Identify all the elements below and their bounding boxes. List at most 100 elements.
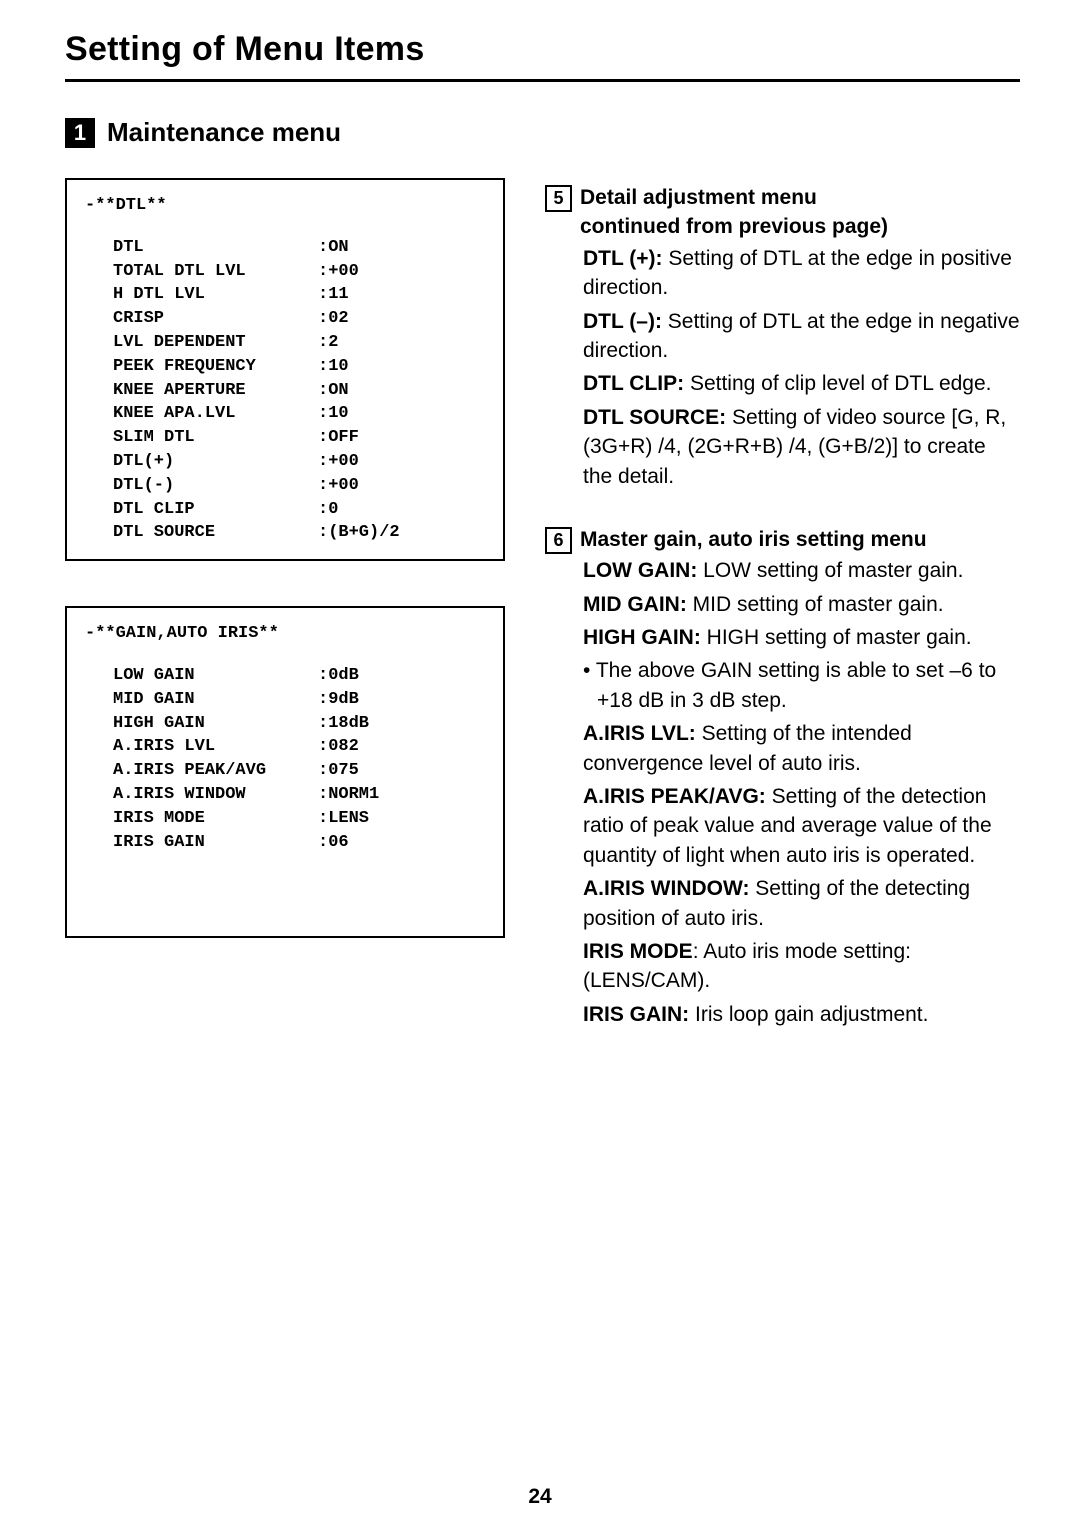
desc-item: LOW GAIN: LOW setting of master gain. bbox=[583, 556, 1020, 585]
desc-block-5: 5 Detail adjustment menu continued from … bbox=[545, 183, 1020, 491]
desc6-bullet: • The above GAIN setting is able to set … bbox=[545, 656, 1020, 715]
menu-key: DTL CLIP bbox=[113, 498, 318, 522]
desc-item-text: HIGH setting of master gain. bbox=[701, 626, 972, 649]
section-number-icon: 1 bbox=[65, 118, 95, 148]
desc-item-label: LOW GAIN: bbox=[583, 559, 697, 582]
menu-row: KNEE APA.LVL:10 bbox=[85, 402, 485, 426]
menu-key: LVL DEPENDENT bbox=[113, 331, 318, 355]
desc-item: DTL CLIP: Setting of clip level of DTL e… bbox=[583, 369, 1020, 398]
desc-item-label: DTL (–): bbox=[583, 310, 662, 333]
desc-item-text: MID setting of master gain. bbox=[687, 593, 944, 616]
desc6-title: Master gain, auto iris setting menu bbox=[580, 525, 927, 554]
desc-item: IRIS GAIN: Iris loop gain adjustment. bbox=[583, 1000, 1020, 1029]
menu-value: :(B+G)/2 bbox=[318, 521, 400, 545]
menu-row: A.IRIS PEAK/AVG:075 bbox=[85, 759, 485, 783]
menu-key: DTL(+) bbox=[113, 450, 318, 474]
desc-item-label: A.IRIS WINDOW: bbox=[583, 877, 749, 900]
desc-item: IRIS MODE: Auto iris mode setting: (LENS… bbox=[583, 937, 1020, 996]
dtl-menu-box: -**DTL** DTL:ONTOTAL DTL LVL:+00H DTL LV… bbox=[65, 178, 505, 561]
desc-item-label: A.IRIS PEAK/AVG: bbox=[583, 785, 766, 808]
desc-item-label: DTL SOURCE: bbox=[583, 406, 726, 429]
page-title: Setting of Menu Items bbox=[65, 30, 1020, 82]
desc-item: MID GAIN: MID setting of master gain. bbox=[583, 590, 1020, 619]
menu-key: DTL bbox=[113, 236, 318, 260]
menu-key: LOW GAIN bbox=[113, 664, 318, 688]
menu-row: DTL CLIP:0 bbox=[85, 498, 485, 522]
menu-row: IRIS MODE:LENS bbox=[85, 807, 485, 831]
menu-key: DTL(-) bbox=[113, 474, 318, 498]
menu-row: MID GAIN:9dB bbox=[85, 688, 485, 712]
menu-row: DTL SOURCE:(B+G)/2 bbox=[85, 521, 485, 545]
menu-key: HIGH GAIN bbox=[113, 712, 318, 736]
menu-value: :0dB bbox=[318, 664, 359, 688]
menu-value: :NORM1 bbox=[318, 783, 379, 807]
desc-block-6: 6 Master gain, auto iris setting menu LO… bbox=[545, 525, 1020, 1029]
menu-value: :02 bbox=[318, 307, 349, 331]
menu-value: :18dB bbox=[318, 712, 369, 736]
desc-item-label: DTL CLIP: bbox=[583, 372, 684, 395]
menu-value: :OFF bbox=[318, 426, 359, 450]
menu-key: H DTL LVL bbox=[113, 283, 318, 307]
menu-row: PEEK FREQUENCY:10 bbox=[85, 355, 485, 379]
menu-value: :LENS bbox=[318, 807, 369, 831]
menu-value: :+00 bbox=[318, 474, 359, 498]
desc5-title-line1: Detail adjustment menu bbox=[580, 186, 817, 209]
menu-row: KNEE APERTURE:ON bbox=[85, 379, 485, 403]
menu-row: LVL DEPENDENT:2 bbox=[85, 331, 485, 355]
desc-item-text: Setting of clip level of DTL edge. bbox=[684, 372, 991, 395]
manual-page: Setting of Menu Items 1 Maintenance menu… bbox=[0, 0, 1080, 1529]
menu-key: TOTAL DTL LVL bbox=[113, 260, 318, 284]
menu-key: KNEE APA.LVL bbox=[113, 402, 318, 426]
menu-key: A.IRIS LVL bbox=[113, 735, 318, 759]
menu-value: :10 bbox=[318, 402, 349, 426]
desc5-heading: 5 Detail adjustment menu continued from … bbox=[545, 183, 1020, 242]
menu-row: DTL:ON bbox=[85, 236, 485, 260]
boxed-number-icon: 5 bbox=[545, 185, 572, 212]
menu-row: HIGH GAIN:18dB bbox=[85, 712, 485, 736]
menu-key: IRIS GAIN bbox=[113, 831, 318, 855]
menu-value: :10 bbox=[318, 355, 349, 379]
desc-item-label: IRIS MODE bbox=[583, 940, 693, 963]
menu-key: SLIM DTL bbox=[113, 426, 318, 450]
menu-value: :2 bbox=[318, 331, 338, 355]
menu-value: :0 bbox=[318, 498, 338, 522]
desc-item: DTL (–): Setting of DTL at the edge in n… bbox=[583, 307, 1020, 366]
content-columns: -**DTL** DTL:ONTOTAL DTL LVL:+00H DTL LV… bbox=[65, 178, 1020, 1063]
menu-row: IRIS GAIN:06 bbox=[85, 831, 485, 855]
menu-key: CRISP bbox=[113, 307, 318, 331]
gain-menu-header: -**GAIN,AUTO IRIS** bbox=[85, 622, 485, 646]
menu-key: IRIS MODE bbox=[113, 807, 318, 831]
menu-key: PEEK FREQUENCY bbox=[113, 355, 318, 379]
menu-key: MID GAIN bbox=[113, 688, 318, 712]
desc-item: A.IRIS LVL: Setting of the intended conv… bbox=[583, 719, 1020, 778]
desc-item-text: LOW setting of master gain. bbox=[697, 559, 963, 582]
desc-item: DTL (+): Setting of DTL at the edge in p… bbox=[583, 244, 1020, 303]
menu-value: :082 bbox=[318, 735, 359, 759]
menu-row: DTL(-):+00 bbox=[85, 474, 485, 498]
menu-row: DTL(+):+00 bbox=[85, 450, 485, 474]
menu-value: :ON bbox=[318, 379, 349, 403]
menu-row: TOTAL DTL LVL:+00 bbox=[85, 260, 485, 284]
menu-key: DTL SOURCE bbox=[113, 521, 318, 545]
desc-item-label: HIGH GAIN: bbox=[583, 626, 701, 649]
desc5-title-line2: continued from previous page) bbox=[580, 215, 888, 238]
page-number: 24 bbox=[0, 1485, 1080, 1509]
desc-item-label: DTL (+): bbox=[583, 247, 663, 270]
desc-item: HIGH GAIN: HIGH setting of master gain. bbox=[583, 623, 1020, 652]
desc-item: A.IRIS WINDOW: Setting of the detecting … bbox=[583, 874, 1020, 933]
desc-item-text: Iris loop gain adjustment. bbox=[689, 1003, 928, 1026]
menu-row: SLIM DTL:OFF bbox=[85, 426, 485, 450]
desc-item: A.IRIS PEAK/AVG: Setting of the detectio… bbox=[583, 782, 1020, 870]
right-column: 5 Detail adjustment menu continued from … bbox=[545, 178, 1020, 1063]
gain-menu-box: -**GAIN,AUTO IRIS** LOW GAIN:0dBMID GAIN… bbox=[65, 606, 505, 938]
menu-row: H DTL LVL:11 bbox=[85, 283, 485, 307]
menu-value: :ON bbox=[318, 236, 349, 260]
dtl-menu-header: -**DTL** bbox=[85, 194, 485, 218]
menu-key: A.IRIS PEAK/AVG bbox=[113, 759, 318, 783]
menu-key: KNEE APERTURE bbox=[113, 379, 318, 403]
menu-row: LOW GAIN:0dB bbox=[85, 664, 485, 688]
menu-row: A.IRIS LVL:082 bbox=[85, 735, 485, 759]
menu-value: :11 bbox=[318, 283, 349, 307]
menu-value: :9dB bbox=[318, 688, 359, 712]
section-title: Maintenance menu bbox=[107, 117, 341, 148]
